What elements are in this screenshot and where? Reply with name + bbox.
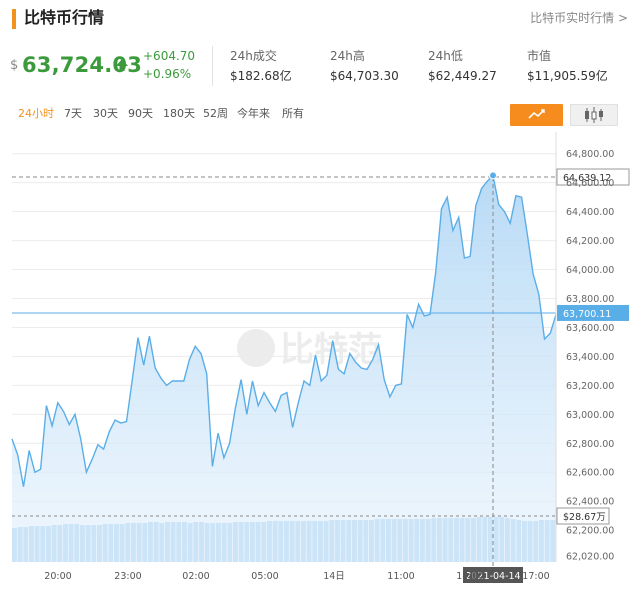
tab-7d[interactable]: 7天 <box>64 104 82 124</box>
stat-label: 24h成交 <box>230 49 277 63</box>
y-tick-label: 62,200.00 <box>566 526 614 537</box>
currency-symbol: $ <box>10 58 19 73</box>
stat-label: 市值 <box>527 49 552 63</box>
y-tick-label: 64,600.00 <box>566 178 614 189</box>
x-tick-label: 11:00 <box>387 571 414 582</box>
watermark-logo <box>237 329 275 367</box>
current-price-label: 63,700.11 <box>563 309 611 320</box>
tab-24h[interactable]: 24小时 <box>18 104 54 124</box>
stat-label: 24h低 <box>428 49 463 63</box>
trend-line-icon <box>528 109 545 119</box>
candlestick-icon <box>585 107 603 123</box>
y-tick-label: 62,020.00 <box>566 552 614 563</box>
y-tick-label: 63,400.00 <box>566 352 614 363</box>
stat-value: $62,449.27 <box>428 69 497 83</box>
candlestick-chart-button[interactable] <box>570 104 618 126</box>
line-chart-button[interactable] <box>510 104 563 126</box>
tab-52w[interactable]: 52周 <box>203 104 228 124</box>
tab-all[interactable]: 所有 <box>282 104 304 124</box>
stat-volume-24h: 24h成交 $182.68亿 <box>230 48 292 84</box>
y-tick-label: 63,000.00 <box>566 410 614 421</box>
stat-value: $64,703.30 <box>330 69 399 83</box>
divider <box>212 46 213 86</box>
stat-high-24h: 24h高 $64,703.30 <box>330 48 399 84</box>
x-tick-label: 20:00 <box>44 571 71 582</box>
price-summary: $ 63,724.03 +604.70 +0.96% 24h成交 $182.68… <box>0 44 640 96</box>
y-tick-label: 63,200.00 <box>566 381 614 392</box>
tab-180d[interactable]: 180天 <box>163 104 195 124</box>
x-tick-label: 17:00 <box>522 571 549 582</box>
x-tick-label: 14:00 <box>456 571 483 582</box>
stat-market-cap: 市值 $11,905.59亿 <box>527 48 608 84</box>
y-tick-label: 62,400.00 <box>566 497 614 508</box>
stat-label: 24h高 <box>330 49 365 63</box>
stat-low-24h: 24h低 $62,449.27 <box>428 48 497 84</box>
price-chart-svg: 比特范 64,639.1263,700.11$28.67万2021-04-14 … <box>11 132 630 583</box>
price-chart[interactable]: 比特范 64,639.12 63,700.11 $28.67万 2021-04-14 … <box>0 132 640 591</box>
x-tick-label: 02:00 <box>182 571 209 582</box>
header: 比特币行情 比特币实时行情 > <box>0 0 640 40</box>
realtime-quotes-link[interactable]: 比特币实时行情 > <box>530 10 628 26</box>
y-tick-label: 63,600.00 <box>566 323 614 334</box>
title-accent-bar <box>12 9 16 29</box>
tab-30d[interactable]: 30天 <box>93 104 118 124</box>
y-tick-label: 64,800.00 <box>566 149 614 160</box>
stat-value: $11,905.59亿 <box>527 69 608 83</box>
volume-label: $28.67万 <box>563 512 606 523</box>
tab-ytd[interactable]: 今年来 <box>237 104 270 124</box>
y-tick-label: 62,800.00 <box>566 439 614 450</box>
y-tick-label: 64,400.00 <box>566 207 614 218</box>
price-change-percent: +0.96% <box>143 67 192 81</box>
stat-value: $182.68亿 <box>230 69 292 83</box>
x-tick-label: 05:00 <box>251 571 278 582</box>
up-arrow-icon <box>116 59 128 71</box>
y-tick-label: 64,200.00 <box>566 236 614 247</box>
price-change-absolute: +604.70 <box>143 49 196 63</box>
y-tick-label: 62,600.00 <box>566 468 614 479</box>
x-tick-label: 14日 <box>323 571 345 582</box>
y-tick-label: 64,000.00 <box>566 265 614 276</box>
page-title: 比特币行情 <box>24 8 105 27</box>
y-tick-label: 63,800.00 <box>566 294 614 305</box>
crosshair-point <box>489 171 498 180</box>
x-tick-label: 23:00 <box>114 571 141 582</box>
tab-90d[interactable]: 90天 <box>128 104 153 124</box>
